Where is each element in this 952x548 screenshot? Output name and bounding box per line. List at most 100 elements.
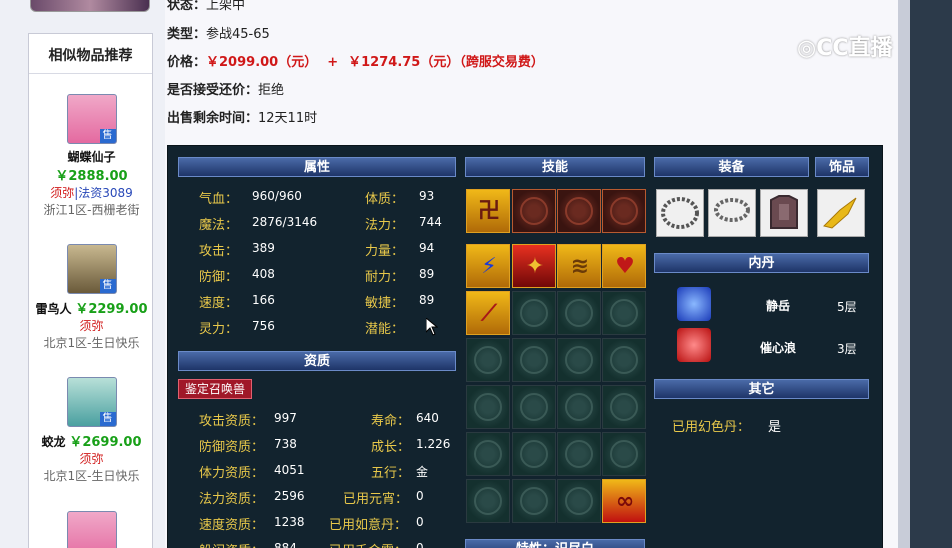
recommend-item[interactable]: 售 雷鸟人 ￥2299.00 须弥 北京1区-生日快乐	[29, 244, 154, 351]
attr-label: 力量：	[365, 244, 405, 259]
item-name[interactable]: 蝴蝶仙子	[29, 148, 154, 165]
rune-deco-icon	[474, 346, 502, 374]
skill-slot-empty	[512, 291, 556, 335]
necklace-svg	[661, 197, 699, 229]
attr-value: 166	[252, 293, 275, 307]
attr-value: 756	[252, 319, 275, 333]
pet-avatar-icon[interactable]	[66, 511, 117, 548]
skill-slot-empty	[557, 189, 601, 233]
rune-deco-icon	[520, 299, 548, 327]
apt-label: 躲闪资质：	[199, 540, 264, 548]
rune-deco-icon	[474, 440, 502, 468]
apt-label: 体力资质：	[199, 466, 265, 481]
armor-icon[interactable]	[760, 189, 808, 237]
rune-deco-icon	[474, 487, 502, 515]
skill-slot-empty	[557, 338, 601, 382]
item-server: 北京1区-生日快乐	[43, 469, 140, 483]
rune-deco-icon	[520, 346, 548, 374]
identify-pet-button[interactable]: 鉴定召唤兽	[178, 379, 253, 399]
rune-deco-icon	[565, 440, 593, 468]
remain-label: 出售剩余时间：	[167, 111, 259, 126]
bargain-value: 拒绝	[258, 83, 285, 98]
price-plus: +	[327, 55, 339, 70]
apt-value: 0	[416, 489, 424, 503]
apt-value: 4051	[274, 463, 305, 477]
skill-slot-empty	[557, 385, 601, 429]
skill-rune-icon: 卍	[477, 199, 500, 224]
apt-value: 1238	[274, 515, 305, 529]
cursor-svg	[426, 318, 438, 336]
apt-label: 攻击资质：	[199, 414, 265, 429]
apt-label: 防御资质：	[199, 440, 265, 455]
skill-slot[interactable]: ⚡	[466, 244, 510, 288]
attr-value: 89	[419, 267, 435, 281]
skill-slot[interactable]: ≋	[557, 244, 601, 288]
price-label: 价格：	[167, 55, 207, 70]
ornament-item-icon[interactable]	[817, 189, 865, 237]
right-band	[898, 0, 952, 548]
recommend-item[interactable]: 售 蛟龙 ￥2699.00 须弥 北京1区-生日快乐	[29, 377, 154, 484]
skill-slot-empty	[602, 432, 646, 476]
item-price: ￥2888.00	[55, 169, 128, 184]
item-price: ￥2299.00	[75, 302, 148, 317]
skill-slot-empty	[557, 432, 601, 476]
pet-avatar-icon[interactable]: 售	[66, 377, 117, 427]
rune-deco-icon	[565, 346, 593, 374]
attr-label: 气血：	[199, 192, 239, 207]
attr-value: 389	[252, 241, 275, 255]
skill-slot-empty	[512, 385, 556, 429]
apt-label: 已用如意丹：	[329, 518, 408, 533]
rune-deco-icon	[565, 393, 593, 421]
slash-icon: ⟋	[481, 301, 497, 326]
heart-icon: ♥	[615, 254, 635, 279]
status-row: 状态：上架中	[167, 0, 245, 13]
item-name[interactable]: 蛟龙	[41, 435, 65, 449]
skill-slot-empty	[466, 385, 510, 429]
bracelet-svg	[714, 198, 750, 222]
apt-value: 640	[416, 411, 439, 425]
bracelet-icon[interactable]	[708, 189, 756, 237]
neidan-jingyue-icon[interactable]	[677, 287, 711, 321]
skill-slot[interactable]: 卍	[466, 189, 510, 233]
pet-avatar-icon[interactable]: 售	[66, 94, 117, 144]
price-value: ￥2099.00（元）	[206, 55, 318, 70]
rune-deco-icon	[520, 487, 548, 515]
attr-value: 89	[419, 293, 435, 307]
item-name-price-row: 蛟龙 ￥2699.00	[29, 431, 154, 450]
item-tags: 须弥|法资3089	[29, 184, 154, 201]
recommend-item[interactable]	[29, 511, 154, 548]
recommend-item[interactable]: 售 蝴蝶仙子 ￥2888.00 须弥|法资3089 浙江1区-西栅老街	[29, 94, 154, 218]
skill-slot-empty	[557, 479, 601, 523]
skill-slot-empty	[466, 338, 510, 382]
skill-slot[interactable]: ♥	[602, 244, 646, 288]
neidan-header: 内丹	[654, 253, 869, 273]
apt-value: 0	[416, 541, 424, 548]
rune-deco-icon	[565, 487, 593, 515]
apt-value: 2596	[274, 489, 305, 503]
necklace-icon[interactable]	[656, 189, 704, 237]
attr-value: 408	[252, 267, 275, 281]
skill-slot-empty	[512, 189, 556, 233]
type-label: 类型：	[167, 27, 207, 42]
skill-slot-empty	[512, 479, 556, 523]
fee-value: ￥1274.75（元）（跨服交易费）	[348, 55, 544, 70]
rune-deco-icon	[610, 197, 638, 225]
skill-slot[interactable]: ⟋	[466, 291, 510, 335]
skill-slot-empty	[602, 291, 646, 335]
neidan-cuixinlang-icon[interactable]	[677, 328, 711, 362]
item-name[interactable]: 雷鸟人	[35, 302, 71, 316]
type-row: 类型：参战45-65	[167, 23, 270, 42]
bargain-row: 是否接受还价：拒绝	[167, 79, 284, 98]
attr-header: 属性	[178, 157, 456, 177]
sell-badge: 售	[99, 412, 116, 426]
sell-badge: 售	[99, 279, 116, 293]
item-tag-xumi: 须弥	[79, 452, 104, 466]
skill-slot[interactable]: ✦	[512, 244, 556, 288]
skill-slot[interactable]: ∞	[602, 479, 646, 523]
skill-slot-empty	[466, 479, 510, 523]
skill-slot-empty	[466, 432, 510, 476]
pet-avatar-icon[interactable]: 售	[66, 244, 117, 294]
swirl-icon: ∞	[615, 489, 635, 514]
rune-deco-icon	[520, 440, 548, 468]
apt-label: 速度资质：	[199, 518, 265, 533]
